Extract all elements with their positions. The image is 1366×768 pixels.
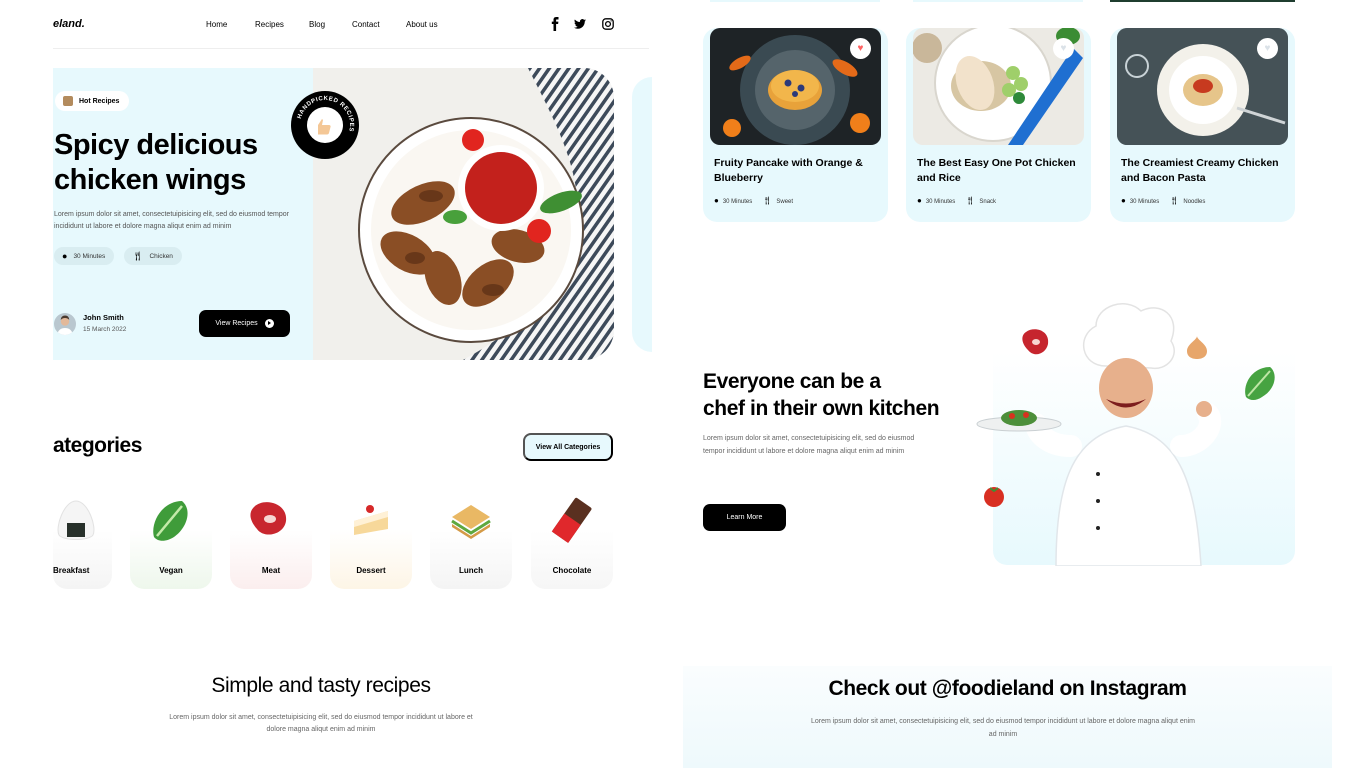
timer-icon: ● [1121, 196, 1126, 205]
learn-more-button[interactable]: Learn More [703, 504, 786, 531]
timer-icon: ● [62, 250, 68, 261]
view-recipes-button[interactable]: View Recipes [199, 310, 290, 337]
fork-knife-icon: 🍴︎ [762, 196, 773, 205]
steak-icon [248, 497, 294, 543]
author-name: John Smith [83, 313, 124, 322]
recipe-card[interactable]: ♥ The Best Easy One Pot Chicken and Rice… [906, 28, 1091, 222]
handpicked-stamp: HANDPICKED RECIPES [291, 91, 359, 159]
category-label: Vegan [159, 566, 183, 575]
favorite-heart-icon[interactable]: ♥ [1257, 38, 1278, 59]
category-chip: 🍴︎ Chicken [124, 247, 182, 265]
favorite-heart-icon[interactable]: ♥ [1053, 38, 1074, 59]
categories-heading: ategories [53, 434, 142, 457]
nav-blog[interactable]: Blog [309, 20, 325, 29]
onigiri-icon [53, 497, 99, 543]
fork-knife-icon: 🍴︎ [132, 250, 144, 261]
post-date: 15 March 2022 [83, 326, 127, 333]
recipe-meta: ● 30 Minutes 🍴︎ Noodles [1121, 196, 1206, 205]
lettuce-icon [1245, 367, 1275, 400]
cake-icon [348, 497, 394, 543]
simple-recipes-description: Lorem ipsum dolor sit amet, consectetuip… [169, 714, 473, 733]
next-slide-peek[interactable] [632, 77, 652, 352]
view-all-categories-button[interactable]: View All Categories [523, 433, 613, 461]
recipe-title: Fruity Pancake with Orange & Blueberry [714, 157, 863, 184]
chocolate-icon [549, 497, 595, 543]
chef-heading: Everyone can be a chef in their own kitc… [703, 370, 940, 420]
previous-card-edge [710, 0, 880, 2]
instagram-heading: Check out @foodieland on Instagram [828, 677, 1187, 700]
badge-label: Hot Recipes [79, 97, 120, 105]
nav-divider [53, 48, 649, 49]
timer-icon: ● [917, 196, 922, 205]
chef-description: Lorem ipsum dolor sit amet, consectetuip… [703, 435, 915, 455]
recipe-book-icon [63, 96, 73, 106]
category-label: Lunch [459, 566, 483, 575]
onion-icon [1187, 336, 1207, 359]
lettuce-icon [148, 497, 194, 543]
recipe-meta: ● 30 Minutes 🍴︎ Sweet [714, 196, 794, 205]
nav-about[interactable]: About us [406, 20, 438, 29]
previous-card-edge [913, 0, 1083, 2]
recipe-meta: ● 30 Minutes 🍴︎ Snack [917, 196, 997, 205]
tomato-icon [984, 487, 1004, 507]
recipe-title: The Best Easy One Pot Chicken and Rice [917, 157, 1076, 184]
recipe-card[interactable]: ♥ Fruity Pancake with Orange & Blueberry… [703, 28, 888, 222]
hero-title: Spicy delicious chicken wings [54, 129, 258, 196]
sandwich-icon [448, 497, 494, 543]
author-avatar [54, 313, 76, 335]
fork-knife-icon: 🍴︎ [1169, 196, 1180, 205]
nav-recipes[interactable]: Recipes [255, 20, 284, 29]
category-label: Meat [261, 566, 281, 575]
instagram-icon[interactable] [602, 17, 614, 31]
instagram-description: Lorem ipsum dolor sit amet, consectetuip… [810, 718, 1196, 738]
nav-contact[interactable]: Contact [352, 20, 380, 29]
favorite-heart-icon[interactable]: ♥ [850, 38, 871, 59]
hero-description: Lorem ipsum dolor sit amet, consectetuip… [54, 211, 289, 230]
category-label: Dessert [356, 566, 386, 575]
fork-knife-icon: 🍴︎ [965, 196, 976, 205]
hot-recipes-badge: Hot Recipes [55, 91, 130, 111]
nav-home[interactable]: Home [206, 20, 227, 29]
twitter-icon[interactable] [574, 17, 586, 31]
recipe-title: The Creamiest Creamy Chicken and Bacon P… [1121, 157, 1279, 184]
recipe-card[interactable]: ♥ The Creamiest Creamy Chicken and Bacon… [1110, 28, 1295, 222]
simple-recipes-heading: Simple and tasty recipes [211, 674, 431, 697]
category-label: Breakfast [53, 566, 90, 575]
steak-icon [1022, 329, 1049, 355]
time-chip: ● 30 Minutes [54, 247, 115, 265]
play-icon [264, 319, 274, 328]
previous-card-edge [1110, 0, 1295, 2]
timer-icon: ● [714, 196, 719, 205]
facebook-icon[interactable] [550, 17, 560, 31]
category-label: Chocolate [552, 566, 592, 575]
